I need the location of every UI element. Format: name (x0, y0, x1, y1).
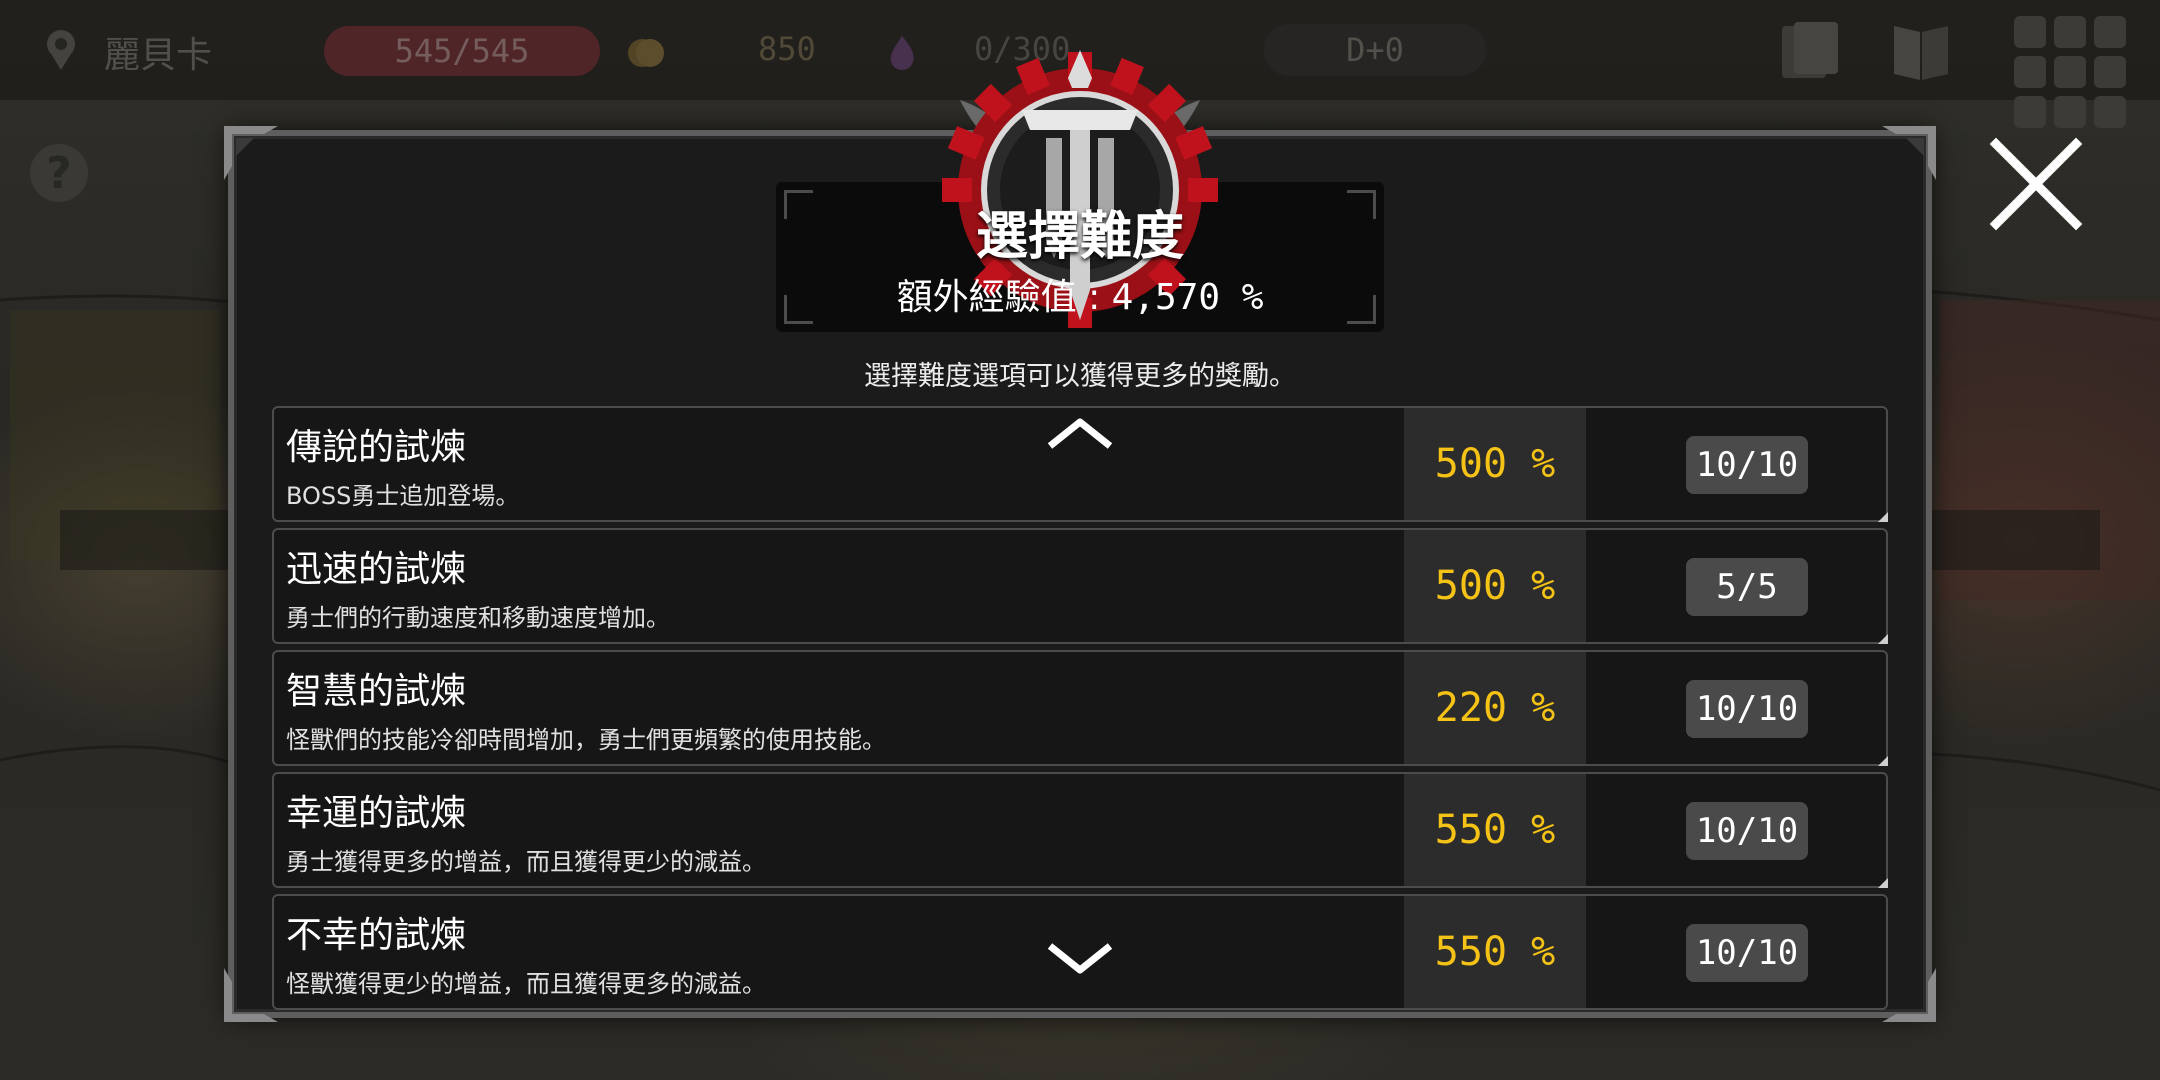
trial-exp-bonus: 500 % (1404, 530, 1586, 642)
trial-level-button[interactable]: 10/10 (1686, 924, 1808, 982)
trial-level-button[interactable]: 10/10 (1686, 436, 1808, 494)
trial-description: BOSS勇士追加登場。 (286, 482, 520, 510)
trial-name: 幸運的試煉 (286, 793, 467, 834)
trial-row[interactable]: 智慧的試煉 怪獸們的技能冷卻時間增加，勇士們更頻繁的使用技能。 220 % 10… (272, 650, 1888, 766)
trial-name: 迅速的試煉 (286, 549, 467, 590)
row-corner-mark (1878, 512, 1888, 522)
modal-title: 選擇難度 (975, 207, 1184, 267)
row-corner-mark (1878, 878, 1888, 888)
trial-level-button[interactable]: 5/5 (1686, 558, 1808, 616)
trial-name: 不幸的試煉 (286, 915, 467, 956)
trial-list: 傳說的試煉 BOSS勇士追加登場。 500 % 10/10 迅速的試煉 勇士們的… (272, 406, 1888, 1016)
trial-exp-bonus: 550 % (1404, 774, 1586, 886)
chevron-down-icon[interactable] (1046, 938, 1114, 978)
bonus-exp-value: 4,570 % (1111, 277, 1264, 318)
frame-corner-bottom-right (1882, 968, 1936, 1022)
trial-name: 傳說的試煉 (286, 427, 467, 468)
frame-corner-bottom-left (224, 968, 278, 1022)
row-corner-mark (1878, 756, 1888, 766)
trial-description: 怪獸獲得更少的增益，而且獲得更多的減益。 (286, 970, 766, 998)
modal-description: 選擇難度選項可以獲得更多的獎勵。 (864, 361, 1296, 392)
frame-corner-top-right (1882, 126, 1936, 180)
trial-row[interactable]: 幸運的試煉 勇士獲得更多的增益，而且獲得更少的減益。 550 % 10/10 (272, 772, 1888, 888)
frame-corner-top-left (224, 126, 278, 180)
trial-level-button[interactable]: 10/10 (1686, 802, 1808, 860)
chevron-up-icon[interactable] (1046, 414, 1114, 454)
trial-row[interactable]: 迅速的試煉 勇士們的行動速度和移動速度增加。 500 % 5/5 (272, 528, 1888, 644)
trial-exp-bonus: 500 % (1404, 408, 1586, 520)
trial-level-button[interactable]: 10/10 (1686, 680, 1808, 738)
trial-description: 勇士獲得更多的增益，而且獲得更少的減益。 (286, 848, 766, 876)
trial-exp-bonus: 220 % (1404, 652, 1586, 764)
row-corner-mark (1878, 634, 1888, 644)
trial-description: 怪獸們的技能冷卻時間增加，勇士們更頻繁的使用技能。 (286, 726, 886, 754)
close-icon[interactable] (1986, 134, 2086, 234)
bonus-exp-label: 額外經驗值 : (896, 277, 1101, 318)
trial-name: 智慧的試煉 (286, 671, 467, 712)
trial-description: 勇士們的行動速度和移動速度增加。 (286, 604, 670, 632)
game-screen: 麗貝卡 545/545 850 0/300 D+0 ? 選擇難度 額外經驗值:… (0, 0, 2160, 1080)
bonus-exp-line: 額外經驗值 : 4,570 % (0, 268, 2160, 320)
trial-exp-bonus: 550 % (1404, 896, 1586, 1008)
